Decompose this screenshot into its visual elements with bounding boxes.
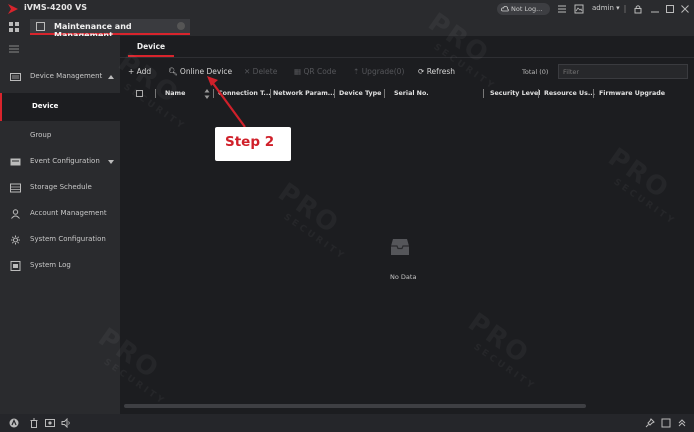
alarm-icon[interactable] (9, 418, 19, 428)
annotation-arrow (207, 76, 246, 128)
step-callout: Step 2 (215, 127, 291, 161)
fullscreen-icon[interactable] (661, 418, 671, 428)
speaker-icon[interactable] (61, 418, 71, 428)
screenshot-icon[interactable] (45, 418, 55, 428)
chevron-up-icon[interactable] (677, 418, 687, 428)
status-bar (0, 414, 694, 432)
delete-icon[interactable] (29, 418, 39, 428)
pin-icon[interactable] (645, 418, 655, 428)
step-label: Step 2 (225, 134, 275, 150)
